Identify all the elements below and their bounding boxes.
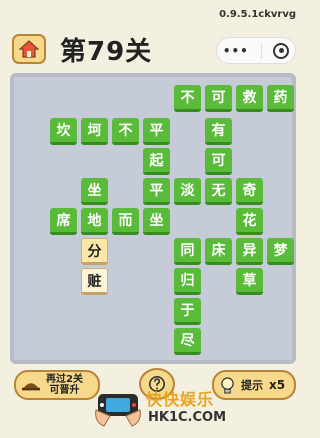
tile[interactable]: 尽 bbox=[174, 328, 201, 355]
tile[interactable]: 梦 bbox=[267, 238, 294, 265]
watermark-cn: 快快娱乐 bbox=[146, 390, 215, 409]
tile[interactable]: 不 bbox=[112, 118, 139, 145]
tile[interactable]: 同 bbox=[174, 238, 201, 265]
tile[interactable]: 坐 bbox=[143, 208, 170, 235]
tile[interactable]: 草 bbox=[236, 268, 263, 295]
tile[interactable]: 异 bbox=[236, 238, 263, 265]
tile[interactable]: 平 bbox=[143, 118, 170, 145]
tile[interactable]: 坷 bbox=[81, 118, 108, 145]
tile[interactable]: 不 bbox=[174, 85, 201, 112]
tile[interactable]: 救 bbox=[236, 85, 263, 112]
hint-count: x5 bbox=[269, 378, 286, 392]
game-board: 不 可 救 药 坎 坷 不 平 有 起 可 坐 平 淡 无 奇 席 地 而 坐 … bbox=[10, 73, 296, 364]
level-progress-button[interactable]: 再过2关 可晋升 bbox=[14, 370, 100, 400]
hand-gamepad-icon bbox=[95, 394, 141, 427]
tile[interactable]: 有 bbox=[205, 118, 232, 145]
tile[interactable]: 席 bbox=[50, 208, 77, 235]
close-target-icon[interactable] bbox=[273, 42, 290, 59]
capsule-divider bbox=[260, 42, 262, 59]
tile[interactable]: 坎 bbox=[50, 118, 77, 145]
tile[interactable]: 地 bbox=[81, 208, 108, 235]
answer-slot[interactable]: 分 bbox=[81, 238, 108, 265]
tile[interactable]: 药 bbox=[267, 85, 294, 112]
progress-line-2: 可晋升 bbox=[49, 385, 80, 396]
level-title: 第79关 bbox=[60, 37, 153, 67]
tile[interactable]: 于 bbox=[174, 298, 201, 325]
miniprogram-capsule: ••• bbox=[216, 37, 296, 64]
tile[interactable]: 起 bbox=[143, 148, 170, 175]
tile[interactable]: 花 bbox=[236, 208, 263, 235]
hint-label: 提示 bbox=[241, 379, 263, 392]
answer-slot[interactable]: 赃 bbox=[81, 268, 108, 295]
tile[interactable]: 床 bbox=[205, 238, 232, 265]
home-button[interactable] bbox=[12, 34, 46, 64]
version-label: 0.9.5.1ckvrvg bbox=[219, 9, 296, 20]
tile[interactable]: 淡 bbox=[174, 178, 201, 205]
tile[interactable]: 无 bbox=[205, 178, 232, 205]
tile[interactable]: 坐 bbox=[81, 178, 108, 205]
hat-icon bbox=[22, 383, 40, 391]
tile[interactable]: 而 bbox=[112, 208, 139, 235]
tile[interactable]: 可 bbox=[205, 85, 232, 112]
home-icon bbox=[19, 40, 39, 58]
tile[interactable]: 奇 bbox=[236, 178, 263, 205]
more-icon[interactable]: ••• bbox=[223, 44, 249, 58]
progress-line-1: 再过2关 bbox=[46, 374, 83, 385]
tile[interactable]: 归 bbox=[174, 268, 201, 295]
tile[interactable]: 平 bbox=[143, 178, 170, 205]
tile[interactable]: 可 bbox=[205, 148, 232, 175]
watermark-en: HK1C.COM bbox=[148, 410, 227, 425]
watermark: 快快娱乐 HK1C.COM bbox=[92, 366, 242, 436]
level-progress-text: 再过2关 可晋升 bbox=[46, 374, 83, 396]
